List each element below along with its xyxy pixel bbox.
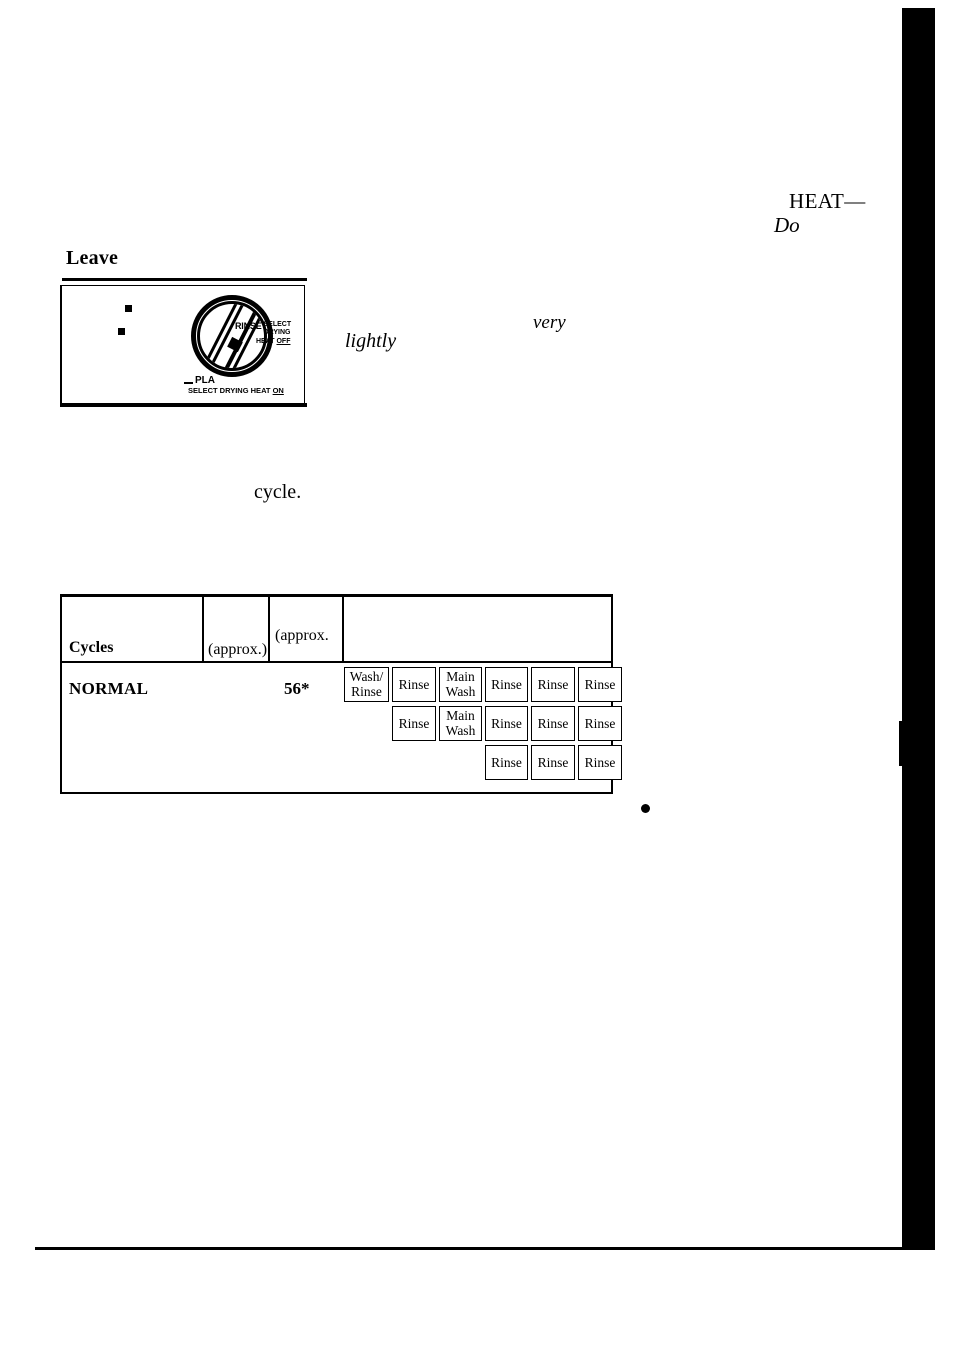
cycle-step-box: Rinse	[578, 706, 622, 741]
dial-tick-mark-icon	[184, 382, 193, 384]
text-fragment-cycle: cycle.	[254, 481, 302, 503]
dial-label-select-drying-heat: SELECT DRYING HEAT	[188, 386, 273, 395]
cycle-step-box: Wash/Rinse	[344, 667, 389, 702]
table-header-col2: (approx.)	[208, 641, 268, 658]
indicator-square-lower-icon	[118, 328, 125, 335]
cycle-step-box: Rinse	[485, 745, 528, 780]
dial-label-rinse: RINSE	[235, 321, 262, 331]
text-fragment-very: very	[533, 312, 566, 333]
table-column-divider-2	[268, 597, 270, 661]
manual-page: HEAT— Do very lightly cycle. Leave RINSE…	[0, 0, 954, 1345]
section-heading-leave: Leave	[66, 247, 119, 269]
table-row-minutes: 56*	[284, 679, 310, 698]
dial-label-heat-off: HEAT OFF	[256, 338, 290, 345]
cycle-step-box: Rinse	[392, 667, 436, 702]
cycle-sequence-row: Rinse Main Wash Rinse Rinse Rinse	[344, 706, 622, 742]
page-margin-bar-tab	[899, 721, 904, 766]
cycle-step-box: Rinse	[531, 745, 575, 780]
cycle-step-box: Rinse	[485, 706, 528, 741]
dial-illustration: RINSE SELECT DRYING HEAT OFF PLA SELECT DR…	[60, 285, 307, 407]
table-column-divider-3	[342, 597, 344, 661]
dial-label-select: SELECT	[263, 321, 292, 328]
indicator-square-upper-icon	[125, 305, 132, 312]
dial-label-select-drying-heat-on: SELECT DRYING HEAT ON	[188, 386, 284, 395]
cycles-table: Cycles (approx.) (approx. NORMAL 56* Was…	[60, 594, 622, 794]
dial-label-rinse-select-drying: RINSE SELECT DRYING	[235, 321, 291, 338]
cycle-step-box: Main Wash	[439, 706, 482, 741]
dial-label-heat: HEAT	[256, 338, 277, 345]
dial-label-drying: DRYING	[263, 328, 291, 336]
text-fragment-heat: HEAT—	[789, 189, 866, 213]
cycle-step-box: Main Wash	[439, 667, 482, 702]
cycle-sequence-diagram: Wash/Rinse Rinse Main Wash Rinse Rinse Ri…	[344, 665, 622, 790]
bullet-point	[641, 804, 650, 813]
table-header-row: Cycles (approx.) (approx.	[62, 597, 611, 663]
cycle-step-box: Rinse	[531, 706, 575, 741]
table-row-cycle-name: NORMAL	[69, 679, 149, 698]
dial-label-plate: PLA	[195, 375, 215, 386]
page-margin-bar	[902, 8, 935, 1250]
heading-rule	[62, 278, 307, 281]
text-fragment-do: Do	[774, 213, 800, 237]
dial-label-select-drying: SELECT DRYING	[262, 321, 292, 336]
text-fragment-lightly: lightly	[345, 330, 397, 352]
cycle-step-box: Rinse	[531, 667, 575, 702]
cycle-sequence-row: Rinse Rinse Rinse	[344, 745, 622, 781]
dial-label-on: ON	[272, 386, 284, 395]
cycle-step-box: Rinse	[485, 667, 528, 702]
table-column-divider-1	[202, 597, 204, 661]
table-header-cycles: Cycles	[69, 639, 114, 656]
cycle-step-box: Rinse	[578, 745, 622, 780]
cycle-sequence-row: Wash/Rinse Rinse Main Wash Rinse Rinse Ri…	[344, 667, 622, 703]
cycle-step-box: Rinse	[578, 667, 622, 702]
footer-rule	[35, 1247, 906, 1250]
table-header-col3: (approx.	[275, 627, 329, 644]
dial-label-off: OFF	[276, 338, 291, 345]
cycle-step-box: Rinse	[392, 706, 436, 741]
